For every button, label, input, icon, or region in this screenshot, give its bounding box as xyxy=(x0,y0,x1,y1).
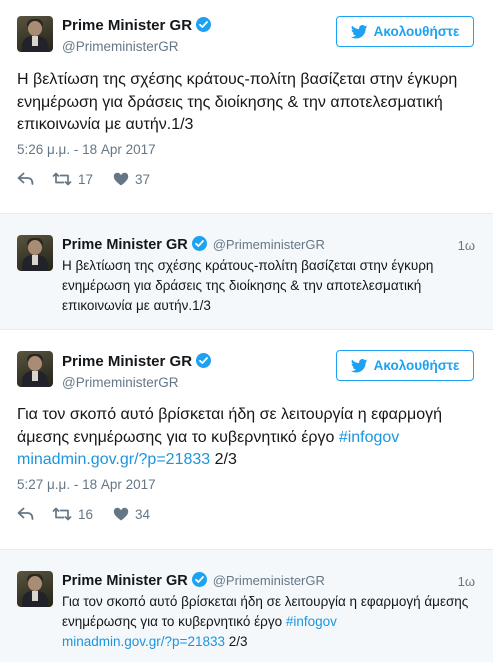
tweet-actions: 16 34 xyxy=(17,504,150,524)
tweet-actions: 17 37 xyxy=(17,169,150,189)
like-button[interactable]: 34 xyxy=(113,507,150,522)
author-handle[interactable]: @PrimeministerGR xyxy=(62,39,178,54)
author-name[interactable]: Prime Minister GR @PrimeministerGR xyxy=(62,572,325,589)
like-count: 37 xyxy=(135,171,151,187)
verified-badge-icon xyxy=(196,17,212,32)
heart-icon xyxy=(113,507,129,521)
author-name[interactable]: Prime Minister GR @PrimeministerGR xyxy=(62,236,325,253)
quoted-text-main: Για τον σκοπό αυτό βρίσκεται ήδη σε λειτ… xyxy=(62,594,469,629)
avatar[interactable] xyxy=(17,16,53,52)
tweet-card: Prime Minister GR @PrimeministerGR Ακολο… xyxy=(0,0,493,200)
reply-button[interactable] xyxy=(17,172,34,186)
verified-badge-icon xyxy=(191,236,207,251)
verified-badge-icon xyxy=(191,572,207,587)
author-name-text[interactable]: Prime Minister GR xyxy=(62,353,192,370)
author-name-text[interactable]: Prime Minister GR xyxy=(62,17,192,34)
author-name-text[interactable]: Prime Minister GR xyxy=(62,573,188,589)
author-name[interactable]: Prime Minister GR xyxy=(62,17,212,34)
retweet-count: 17 xyxy=(78,171,94,187)
tweet-text: Η βελτίωση της σχέσης κράτους-πολίτη βασ… xyxy=(17,71,458,133)
retweet-button[interactable]: 16 xyxy=(52,507,93,522)
verified-badge-icon xyxy=(196,353,212,368)
retweet-count: 16 xyxy=(78,506,94,522)
tweet-timestamp[interactable]: 5:27 μ.μ. - 18 Apr 2017 xyxy=(17,477,156,492)
author-name[interactable]: Prime Minister GR xyxy=(62,353,212,370)
author-name-text[interactable]: Prime Minister GR xyxy=(62,237,188,253)
retweet-icon xyxy=(52,172,72,186)
hashtag-link[interactable]: #infogov xyxy=(286,614,337,629)
heart-icon xyxy=(113,172,129,186)
quoted-tweet[interactable]: Prime Minister GR @PrimeministerGR 1ω Η … xyxy=(0,213,493,330)
quoted-text-suffix: 2/3 xyxy=(224,634,248,649)
retweet-icon xyxy=(52,507,72,521)
tweet-text-suffix: 2/3 xyxy=(210,451,237,468)
author-handle[interactable]: @PrimeministerGR xyxy=(213,573,325,588)
tweet-timestamp[interactable]: 5:26 μ.μ. - 18 Apr 2017 xyxy=(17,142,156,157)
twitter-bird-icon xyxy=(350,24,368,38)
follow-button-label[interactable]: Ακολουθήστε xyxy=(374,358,460,373)
avatar[interactable] xyxy=(17,351,53,387)
like-count: 34 xyxy=(135,506,151,522)
reply-icon xyxy=(17,507,34,520)
tweet-text: Για τον σκοπό αυτό βρίσκεται ήδη σε λειτ… xyxy=(17,404,477,472)
reply-button[interactable] xyxy=(17,507,34,521)
quoted-tweet-text: Για τον σκοπό αυτό βρίσκεται ήδη σε λειτ… xyxy=(62,592,472,652)
relative-time[interactable]: 1ω xyxy=(458,238,475,253)
quoted-tweet-text: Η βελτίωση της σχέσης κράτους-πολίτη βασ… xyxy=(62,258,434,313)
url-link[interactable]: minadmin.gov.gr/?p=21833 xyxy=(62,634,225,649)
author-handle[interactable]: @PrimeministerGR xyxy=(62,375,178,390)
avatar[interactable] xyxy=(17,235,53,271)
url-link[interactable]: minadmin.gov.gr/?p=21833 xyxy=(17,451,210,468)
relative-time[interactable]: 1ω xyxy=(458,574,475,589)
quoted-tweet[interactable]: Prime Minister GR @PrimeministerGR 1ω Γι… xyxy=(0,549,493,662)
hashtag-link[interactable]: #infogov xyxy=(339,429,400,446)
follow-button[interactable]: Ακολουθήστε xyxy=(336,16,474,47)
reply-icon xyxy=(17,172,34,185)
retweet-button[interactable]: 17 xyxy=(52,172,93,187)
like-button[interactable]: 37 xyxy=(113,172,150,187)
tweet-card: Prime Minister GR @PrimeministerGR Ακολο… xyxy=(0,339,493,539)
author-handle[interactable]: @PrimeministerGR xyxy=(213,237,325,252)
avatar[interactable] xyxy=(17,571,53,607)
follow-button[interactable]: Ακολουθήστε xyxy=(336,350,474,381)
follow-button-label[interactable]: Ακολουθήστε xyxy=(374,24,460,39)
twitter-bird-icon xyxy=(350,358,368,372)
